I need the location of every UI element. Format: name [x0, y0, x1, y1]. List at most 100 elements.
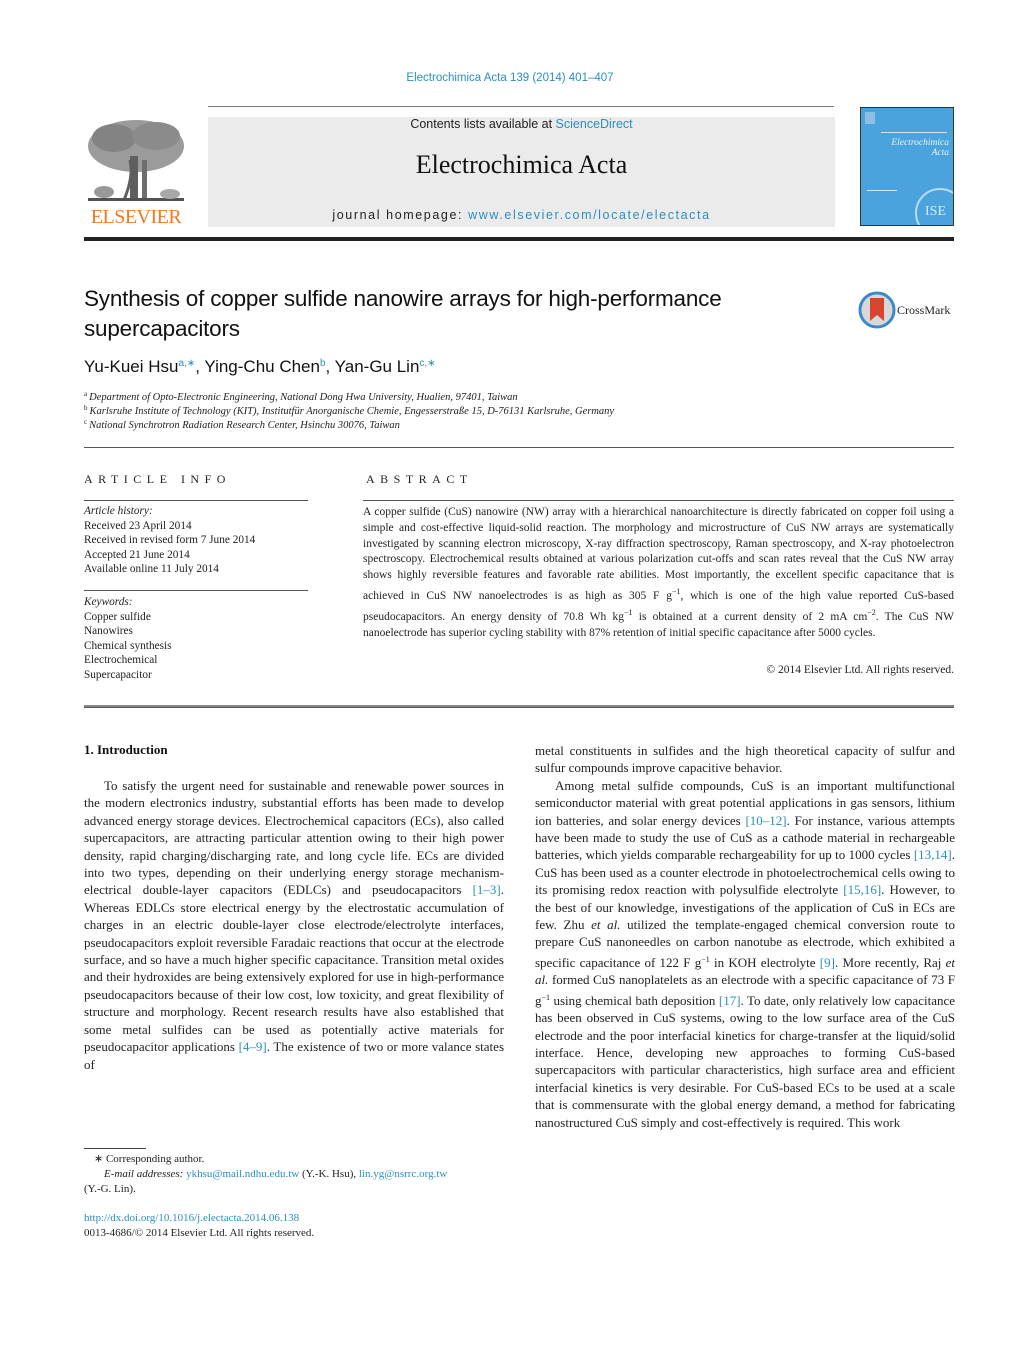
- abstract-text: A copper sulfide (CuS) nanowire (NW) arr…: [363, 505, 954, 641]
- author-name[interactable]: Yu-Kuei Hsu: [84, 357, 179, 376]
- cover-publisher-mark: [865, 112, 875, 124]
- keyword-item: Copper sulfide: [84, 610, 151, 623]
- author-name[interactable]: Ying-Chu Chen: [204, 357, 320, 376]
- citation-link[interactable]: [10–12]: [745, 813, 786, 828]
- author-separator: ,: [325, 357, 335, 376]
- affiliation-text: Department of Opto-Electronic Engineerin…: [89, 392, 518, 403]
- journal-homepage-link[interactable]: www.elsevier.com/locate/electacta: [468, 208, 710, 222]
- exponent: −1: [701, 954, 710, 964]
- keywords-label: Keywords:: [84, 596, 133, 608]
- journal-cover-thumbnail[interactable]: Electrochimica Acta ISE: [860, 107, 954, 226]
- citation-link[interactable]: [15,16]: [843, 882, 881, 897]
- history-item: Accepted 21 June 2014: [84, 548, 190, 561]
- email-label: E-mail addresses:: [104, 1168, 184, 1180]
- body-column-left: To satisfy the urgent need for sustainab…: [84, 777, 504, 1073]
- author-separator: ,: [195, 357, 205, 376]
- crossmark-label[interactable]: CrossMark: [897, 303, 950, 318]
- affiliations-rule: [84, 447, 954, 448]
- affiliation-mark: c: [84, 418, 88, 426]
- cover-title: Electrochimica Acta: [869, 138, 949, 158]
- section-heading-introduction: 1. Introduction: [84, 742, 168, 757]
- corresponding-author-note: ∗ Corresponding author.: [94, 1153, 205, 1165]
- author-affiliation-mark[interactable]: c,∗: [419, 358, 435, 369]
- keyword-item: Nanowires: [84, 625, 133, 637]
- history-label: Article history:: [84, 505, 153, 517]
- abstract-rule: [363, 500, 954, 501]
- abstract-segment: is obtained at a current density of 2 mA…: [632, 610, 868, 623]
- elsevier-wordmark: ELSEVIER: [90, 206, 182, 228]
- cover-title-line-2: Acta: [931, 148, 949, 158]
- keywords: Keywords: Copper sulfide Nanowires Chemi…: [84, 595, 308, 682]
- article-info-heading: ARTICLE INFO: [84, 472, 231, 486]
- text-segment: . Whereas EDLCs store electrical energy …: [84, 882, 504, 1055]
- sciencedirect-link[interactable]: ScienceDirect: [556, 117, 633, 131]
- text-segment: To satisfy the urgent need for sustainab…: [84, 778, 504, 898]
- affiliation-mark: b: [84, 404, 88, 412]
- email-addresses: E-mail addresses: ykhsu@mail.ndhu.edu.tw…: [84, 1167, 514, 1182]
- cover-title-line-1: Electrochimica: [891, 138, 949, 148]
- journal-title: Electrochimica Acta: [415, 150, 628, 179]
- affiliation-mark: a: [84, 390, 88, 398]
- author-list: Yu-Kuei Hsua,∗, Ying-Chu Chenb, Yan-Gu L…: [84, 357, 436, 377]
- journal-homepage-line: journal homepage: www.elsevier.com/locat…: [208, 208, 835, 222]
- issn-copyright: 0013-4686/© 2014 Elsevier Ltd. All right…: [84, 1227, 315, 1239]
- text-segment: in KOH electrolyte: [709, 954, 820, 970]
- email-link[interactable]: ykhsu@mail.ndhu.edu.tw: [186, 1168, 299, 1180]
- contents-line: Contents lists available at ScienceDirec…: [208, 117, 835, 131]
- abstract-exponent: −1: [624, 607, 633, 617]
- email-link[interactable]: lin.yg@nsrrc.org.tw: [359, 1168, 447, 1180]
- author-affiliation-mark[interactable]: a,∗: [179, 358, 196, 369]
- paragraph: Among metal sulfide compounds, CuS is an…: [535, 777, 955, 1131]
- text-segment-italic: et al.: [591, 917, 621, 933]
- text-segment: . To date, only relatively low capacitan…: [535, 992, 956, 1130]
- author-name[interactable]: Yan-Gu Lin: [335, 357, 420, 376]
- affiliation-b: b Karlsruhe Institute of Technology (KIT)…: [84, 404, 614, 417]
- citation-link[interactable]: [4–9]: [239, 1039, 267, 1054]
- article-history: Article history: Received 23 April 2014 …: [84, 504, 308, 577]
- email-owner: (Y.-G. Lin).: [84, 1183, 136, 1195]
- history-item: Received in revised form 7 June 2014: [84, 534, 256, 546]
- email-owner: (Y.-K. Hsu),: [299, 1168, 359, 1180]
- contents-prefix: Contents lists available at: [410, 117, 556, 131]
- text-segment: using chemical bath deposition: [550, 992, 719, 1008]
- affiliation-text: National Synchrotron Radiation Research …: [89, 420, 400, 431]
- keyword-item: Chemical synthesis: [84, 639, 172, 652]
- keywords-rule: [84, 590, 308, 591]
- footnotes: ∗ Corresponding author. E-mail addresses…: [84, 1152, 514, 1197]
- homepage-prefix: journal homepage:: [332, 208, 469, 222]
- doi-link[interactable]: http://dx.doi.org/10.1016/j.electacta.20…: [84, 1212, 299, 1224]
- abstract-heading: ABSTRACT: [366, 472, 473, 486]
- footnote-rule: [84, 1148, 146, 1149]
- affiliation-a: a Department of Opto-Electronic Engineeri…: [84, 390, 518, 403]
- top-rule: [208, 106, 834, 107]
- cover-subtitle-line: [881, 132, 947, 133]
- paragraph: metal constituents in sulfides and the h…: [535, 742, 955, 777]
- affiliation-text: Karlsruhe Institute of Technology (KIT),…: [89, 406, 615, 417]
- article-title: Synthesis of copper sulfide nanowire arr…: [84, 286, 722, 341]
- history-item: Received 23 April 2014: [84, 519, 192, 532]
- history-item: Available online 11 July 2014: [84, 563, 219, 575]
- text-segment: . More recently, Raj: [834, 954, 946, 970]
- abstract-copyright: © 2014 Elsevier Ltd. All rights reserved…: [766, 664, 954, 676]
- body-column-right: metal constituents in sulfides and the h…: [535, 742, 955, 1131]
- cover-text-line: [867, 190, 897, 191]
- journal-reference-link[interactable]: Electrochimica Acta 139 (2014) 401–407: [0, 72, 1020, 84]
- citation-link[interactable]: [17]: [719, 993, 741, 1008]
- keyword-item: Supercapacitor: [84, 668, 152, 681]
- header-thick-rule: [84, 237, 954, 241]
- article-info-rule: [84, 500, 308, 501]
- abstract-segment: A copper sulfide (CuS) nanowire (NW) arr…: [363, 506, 954, 602]
- doi-block: http://dx.doi.org/10.1016/j.electacta.20…: [84, 1211, 514, 1241]
- crossmark-icon: [858, 291, 896, 329]
- abstract-exponent: −2: [867, 607, 876, 617]
- cover-ise-text: ISE: [925, 204, 946, 219]
- citation-link[interactable]: [13,14]: [914, 847, 952, 862]
- paragraph: To satisfy the urgent need for sustainab…: [84, 777, 504, 1073]
- text-segment: metal constituents in sulfides and the h…: [535, 743, 955, 776]
- affiliation-c: c National Synchrotron Radiation Research…: [84, 418, 400, 431]
- citation-link[interactable]: [1–3]: [473, 882, 501, 897]
- abstract-bottom-rule: [84, 705, 954, 708]
- keyword-item: Electrochemical: [84, 654, 158, 666]
- citation-link[interactable]: [9]: [820, 955, 835, 970]
- exponent: −1: [541, 992, 551, 1002]
